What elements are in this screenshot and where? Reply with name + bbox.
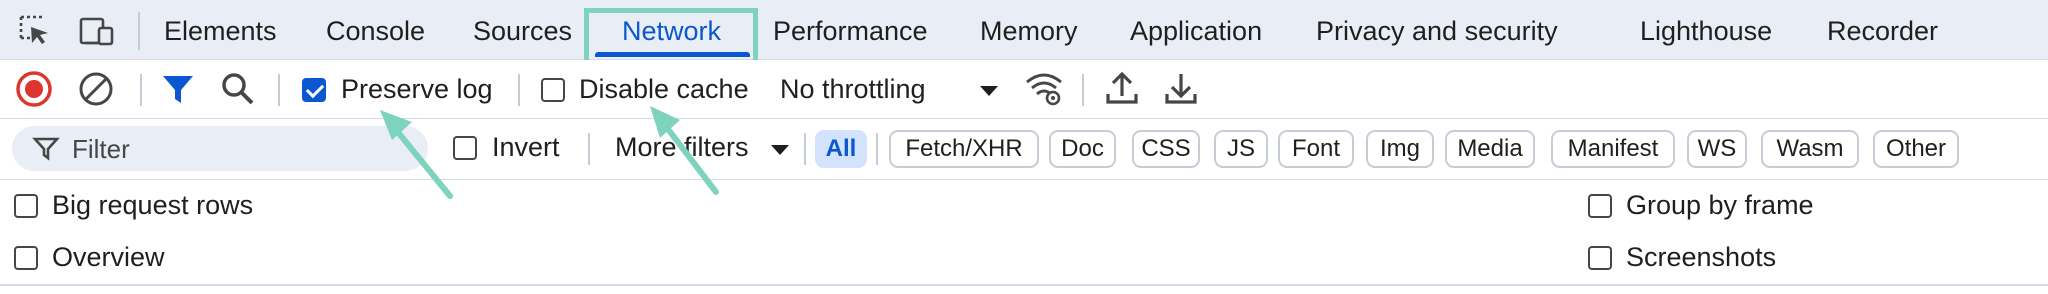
overview-checkbox[interactable] <box>14 246 38 270</box>
network-toolbar: Preserve log Disable cache No throttling <box>0 60 2048 119</box>
tab-divider <box>138 12 140 50</box>
type-filter-css[interactable]: CSS <box>1132 130 1200 168</box>
import-har-icon[interactable] <box>1102 68 1142 108</box>
network-conditions-icon[interactable] <box>1024 68 1064 108</box>
toolbar-divider <box>140 74 142 106</box>
toolbar-divider <box>278 74 280 106</box>
type-filter-fetch-xhr[interactable]: Fetch/XHR <box>889 130 1039 168</box>
clear-icon[interactable] <box>76 69 116 109</box>
tab-lighthouse[interactable]: Lighthouse <box>1640 0 1772 60</box>
tab-performance[interactable]: Performance <box>773 0 928 60</box>
export-har-icon[interactable] <box>1161 68 1201 108</box>
preserve-log-label[interactable]: Preserve log <box>341 74 493 105</box>
toolbar-divider <box>876 133 878 165</box>
type-filter-all[interactable]: All <box>815 130 867 168</box>
type-filter-ws[interactable]: WS <box>1687 130 1747 168</box>
tab-recorder[interactable]: Recorder <box>1827 0 1938 60</box>
device-toolbar-icon[interactable] <box>78 14 116 48</box>
type-filter-manifest[interactable]: Manifest <box>1551 130 1675 168</box>
disable-cache-label[interactable]: Disable cache <box>579 74 749 105</box>
big-request-rows-checkbox[interactable] <box>14 194 38 218</box>
inspect-element-icon[interactable] <box>18 14 52 48</box>
type-filter-wasm[interactable]: Wasm <box>1761 130 1859 168</box>
devtools-tab-bar: Elements Console Sources Network Perform… <box>0 0 2048 60</box>
chevron-down-icon[interactable] <box>980 86 998 96</box>
screenshots-label[interactable]: Screenshots <box>1626 242 1776 273</box>
tab-application[interactable]: Application <box>1130 0 1262 60</box>
tab-console[interactable]: Console <box>326 0 425 60</box>
preserve-log-checkbox[interactable] <box>302 78 326 102</box>
filter-input[interactable]: Filter <box>12 126 428 171</box>
filter-bar: Filter Invert More filters All Fetch/XHR… <box>0 119 2048 180</box>
more-filters-button[interactable]: More filters <box>615 132 749 163</box>
type-filter-img[interactable]: Img <box>1366 130 1434 168</box>
group-by-frame-label[interactable]: Group by frame <box>1626 190 1814 221</box>
chevron-down-icon[interactable] <box>771 145 789 155</box>
type-filter-doc[interactable]: Doc <box>1049 130 1116 168</box>
invert-checkbox[interactable] <box>453 136 477 160</box>
tab-network[interactable]: Network <box>622 0 721 60</box>
screenshots-checkbox[interactable] <box>1588 246 1612 270</box>
tab-sources[interactable]: Sources <box>473 0 572 60</box>
invert-label[interactable]: Invert <box>492 132 560 163</box>
toolbar-divider <box>804 133 806 165</box>
type-filter-font[interactable]: Font <box>1278 130 1354 168</box>
stop-recording-icon[interactable] <box>14 69 54 109</box>
throttling-select[interactable]: No throttling <box>780 74 926 105</box>
type-filter-js[interactable]: JS <box>1214 130 1268 168</box>
big-request-rows-label[interactable]: Big request rows <box>52 190 253 221</box>
type-filter-media[interactable]: Media <box>1445 130 1535 168</box>
tab-memory[interactable]: Memory <box>980 0 1078 60</box>
overview-label[interactable]: Overview <box>52 242 165 273</box>
group-by-frame-checkbox[interactable] <box>1588 194 1612 218</box>
tab-elements[interactable]: Elements <box>164 0 277 60</box>
toolbar-divider <box>518 74 520 106</box>
tab-privacy-and-security[interactable]: Privacy and security <box>1316 0 1558 60</box>
network-settings-pane: Big request rows Overview Group by frame… <box>0 180 2048 286</box>
toolbar-divider <box>588 133 590 165</box>
search-icon[interactable] <box>218 69 258 109</box>
filter-placeholder: Filter <box>72 134 130 164</box>
toolbar-divider <box>1082 74 1084 106</box>
active-tab-indicator <box>595 52 750 57</box>
filter-icon <box>32 134 60 167</box>
type-filter-other[interactable]: Other <box>1873 130 1959 168</box>
disable-cache-checkbox[interactable] <box>541 78 565 102</box>
filter-icon[interactable] <box>158 69 198 109</box>
